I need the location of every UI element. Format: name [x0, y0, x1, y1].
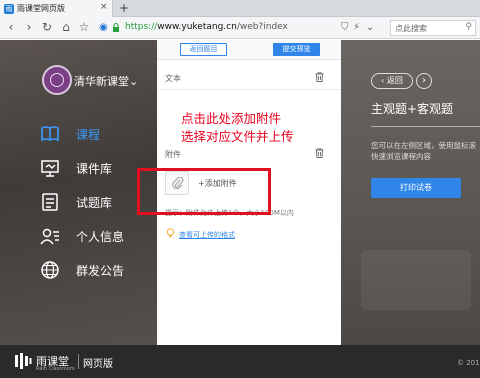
url-path: /web?index — [236, 22, 288, 32]
forward-icon[interactable]: › — [22, 20, 36, 34]
question-list-icon — [42, 193, 58, 211]
new-tab-icon[interactable]: + — [119, 0, 129, 16]
annotation-line-2: 选择对应文件并上传 — [181, 129, 294, 144]
reload-icon[interactable]: ↻ — [40, 20, 54, 34]
school-logo-icon — [42, 65, 72, 95]
print-exam-button[interactable]: 打印试卷 — [371, 178, 461, 198]
site-info-icon[interactable]: ◉ — [99, 22, 108, 33]
page-content: 清华新课堂⌄ 课程 课件库 试题库 个人信息 群发公告 返回题目 提交预览 文本… — [0, 40, 480, 378]
search-input[interactable]: 点此搜索 ⚲ — [390, 20, 476, 36]
sidebar-item-label: 群发公告 — [76, 264, 125, 278]
sidebar-item-label: 个人信息 — [76, 230, 125, 244]
book-icon — [41, 126, 59, 142]
divider — [371, 126, 480, 127]
home-icon[interactable]: ⌂ — [59, 20, 73, 34]
tab-title: 雨课堂网页版 — [17, 4, 65, 13]
delete-attachment-trash-icon[interactable] — [315, 148, 324, 158]
divider — [157, 89, 341, 90]
search-icon[interactable]: ⚲ — [465, 22, 472, 32]
sidebar-item-profile[interactable]: 个人信息 — [40, 224, 160, 250]
user-card-icon — [40, 228, 59, 245]
favorite-star-icon[interactable]: ☆ — [77, 20, 91, 34]
annotation-highlight-frame — [137, 168, 271, 215]
url-host: www.yuketang.cn — [157, 22, 237, 32]
shield-icon[interactable]: ⛉ — [341, 22, 349, 33]
footer-web-label: 网页版 — [83, 359, 113, 370]
text-section-label: 文本 — [165, 74, 181, 83]
question-type-title: 主观题+客观题 — [371, 102, 454, 116]
sidebar-item-announcements[interactable]: 群发公告 — [40, 258, 160, 284]
lightbulb-icon — [166, 228, 175, 238]
rain-classroom-logo-icon — [15, 353, 32, 369]
footer-brand-sub: Rain Classroom — [36, 366, 75, 372]
menu-chevron-icon[interactable]: ⌄ — [366, 22, 374, 33]
submit-preview-button[interactable]: 提交预览 — [273, 43, 320, 56]
sidebar-item-label: 课程 — [76, 128, 101, 142]
delete-text-trash-icon[interactable] — [315, 72, 324, 82]
sidebar-item-label: 课件库 — [76, 162, 113, 176]
tab-close-icon[interactable]: × — [100, 2, 108, 12]
lock-icon — [113, 23, 119, 32]
browser-nav-bar: ‹ › ↻ ⌂ ☆ ◉ https://www.yuketang.cn/web?… — [0, 17, 480, 39]
url-scheme: https:// — [125, 22, 158, 32]
footer-copyright: © 2018 — [457, 359, 480, 367]
url-text: https://www.yuketang.cn/web?index — [125, 22, 288, 32]
browser-tab-bar: 雨 雨课堂网页版 × + — [0, 0, 480, 17]
panel-toolbar: 返回题目 提交预览 — [157, 40, 341, 60]
annotation-line-1: 点击此处添加附件 — [181, 111, 282, 126]
school-switcher[interactable]: 清华新课堂⌄ — [42, 65, 152, 97]
search-placeholder: 点此搜索 — [395, 24, 427, 33]
back-to-questions-button[interactable]: 返回题目 — [180, 43, 227, 56]
address-bar[interactable]: ◉ https://www.yuketang.cn/web?index — [95, 20, 370, 36]
slides-icon — [41, 160, 59, 177]
next-arrow-icon[interactable]: › — [416, 73, 432, 89]
site-favicon-icon: 雨 — [4, 4, 14, 14]
view-supported-formats-link[interactable]: 查看可上传的格式 — [179, 230, 235, 240]
attachment-section-label: 附件 — [165, 150, 181, 159]
back-icon[interactable]: ‹ — [4, 20, 18, 34]
sidebar-item-label: 试题库 — [76, 196, 113, 210]
footer: 雨课堂 Rain Classroom 网页版 © 2018 — [0, 345, 480, 378]
right-back-button[interactable]: ‹ 返回 — [371, 73, 413, 89]
footer-separator — [78, 354, 79, 369]
school-name: 清华新课堂⌄ — [74, 75, 139, 88]
sidebar-item-courses[interactable]: 课程 — [40, 122, 160, 148]
globe-icon — [41, 261, 59, 279]
extension-icon[interactable]: ⚡ — [353, 22, 360, 33]
right-description: 您可以在左侧区域，使用鼠标滚 快速浏览课程内容 — [371, 141, 476, 161]
browser-tab[interactable]: 雨 雨课堂网页版 × — [0, 0, 113, 17]
